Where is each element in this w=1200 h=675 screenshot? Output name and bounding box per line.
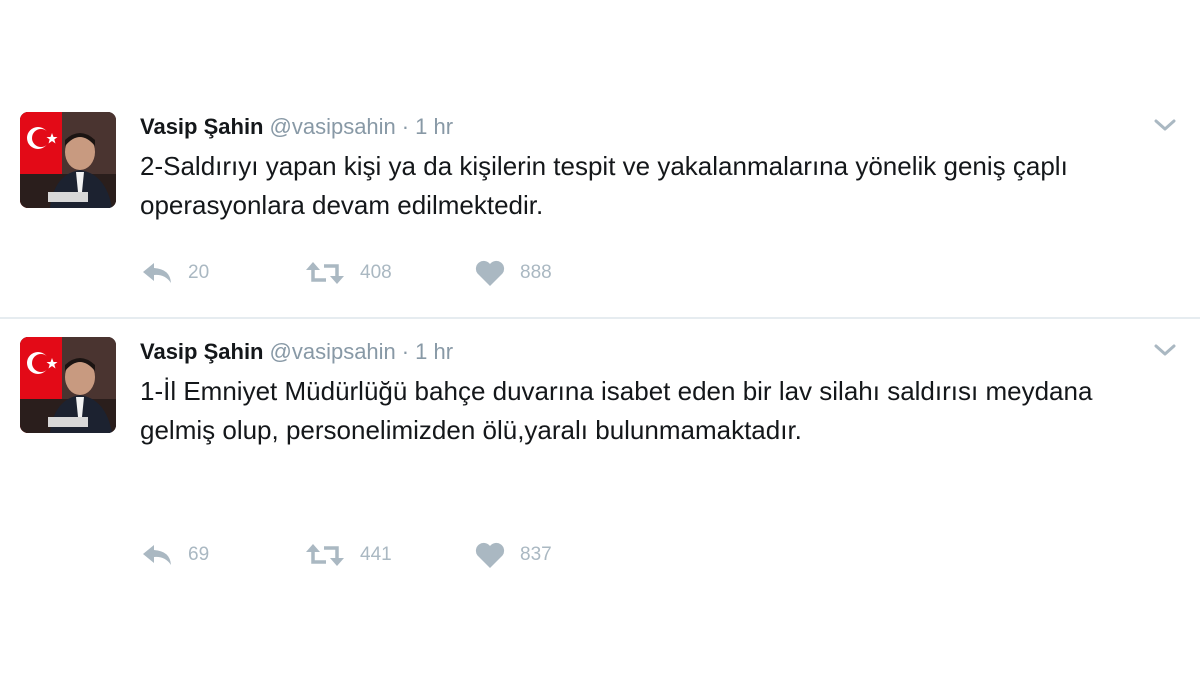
retweet-button[interactable]: 408: [304, 260, 474, 286]
retweet-button[interactable]: 441: [304, 542, 474, 568]
author-handle[interactable]: @vasipsahin: [270, 114, 396, 139]
heart-icon: [475, 542, 505, 568]
tweet-actions: 69 441 837: [140, 541, 634, 569]
tweet-divider: [0, 317, 1200, 319]
author-handle[interactable]: @vasipsahin: [270, 339, 396, 364]
reply-button[interactable]: 20: [140, 260, 304, 286]
avatar[interactable]: [20, 337, 116, 433]
like-count: 837: [520, 544, 552, 565]
tweet-timeline: Vasip Şahin @vasipsahin · 1 hr 2-Saldırıyı …: [0, 0, 1200, 675]
reply-icon: [143, 263, 171, 283]
tweet-header: Vasip Şahin @vasipsahin · 1 hr: [140, 338, 453, 366]
tweet-text: 1-İl Emniyet Müdürlüğü bahçe duvarına is…: [140, 376, 1093, 445]
retweet-count: 408: [360, 262, 392, 283]
author-name[interactable]: Vasip Şahin: [140, 339, 264, 364]
retweet-icon: [306, 262, 344, 284]
tweet[interactable]: Vasip Şahin @vasipsahin · 1 hr 1-İl Emniyet…: [0, 320, 1200, 600]
tweet-text: 2-Saldırıyı yapan kişi ya da kişilerin t…: [140, 151, 1068, 220]
reply-icon: [143, 545, 171, 565]
like-button[interactable]: 837: [474, 541, 634, 569]
reply-count: 20: [188, 262, 210, 283]
like-button[interactable]: 888: [474, 259, 634, 287]
heart-icon: [475, 260, 505, 286]
author-name[interactable]: Vasip Şahin: [140, 114, 264, 139]
like-count: 888: [520, 262, 552, 283]
tweet[interactable]: Vasip Şahin @vasipsahin · 1 hr 2-Saldırıyı …: [0, 95, 1200, 317]
retweet-icon: [306, 544, 344, 566]
chevron-down-icon[interactable]: [1152, 340, 1178, 360]
separator-dot: ·: [401, 339, 410, 364]
tweet-timestamp[interactable]: 1 hr: [415, 114, 453, 139]
avatar[interactable]: [20, 112, 116, 208]
chevron-down-icon[interactable]: [1152, 115, 1178, 135]
reply-button[interactable]: 69: [140, 542, 304, 568]
retweet-count: 441: [360, 544, 392, 565]
tweet-header: Vasip Şahin @vasipsahin · 1 hr: [140, 113, 453, 141]
tweet-timestamp[interactable]: 1 hr: [415, 339, 453, 364]
avatar-image: [20, 112, 116, 208]
separator-dot: ·: [401, 114, 410, 139]
avatar-image: [20, 337, 116, 433]
reply-count: 69: [188, 544, 210, 565]
tweet-actions: 20 408 888: [140, 259, 634, 287]
